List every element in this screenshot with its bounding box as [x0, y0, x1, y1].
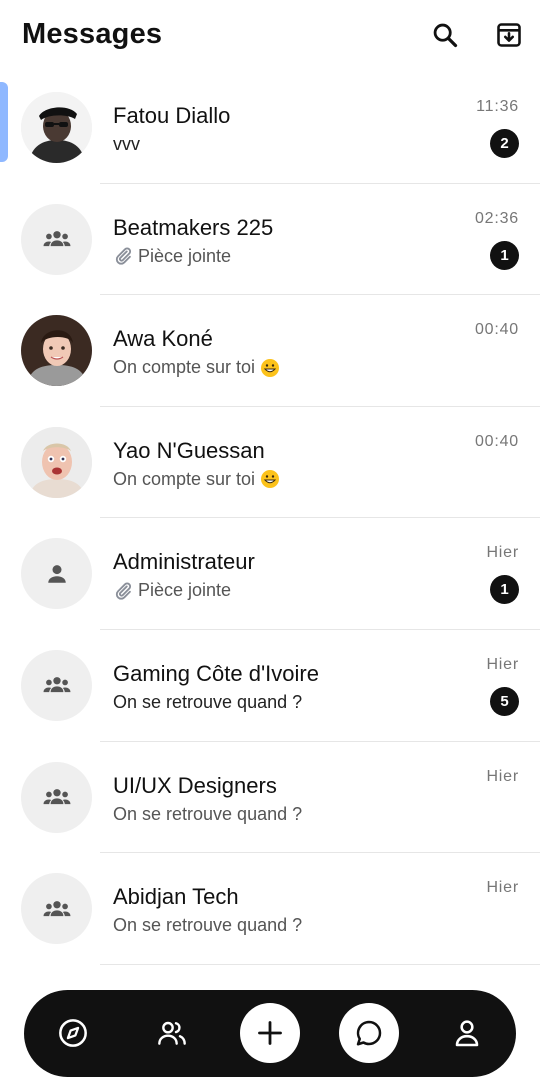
unread-badge: 1	[490, 240, 519, 270]
conversation-preview: On se retrouve quand ?	[113, 915, 302, 936]
compass-icon[interactable]	[43, 1003, 103, 1063]
avatar	[21, 92, 92, 163]
conversation-name: Beatmakers 225	[113, 214, 274, 240]
conversation-preview: vvv	[113, 134, 140, 155]
people-icon[interactable]	[142, 1003, 202, 1063]
preview-text: On se retrouve quand ?	[113, 803, 303, 824]
conversation-time: Hier	[486, 655, 519, 673]
chat-icon[interactable]	[339, 1003, 399, 1063]
preview-text: On se retrouve quand ?	[113, 691, 303, 712]
avatar	[21, 203, 92, 275]
conversation-item[interactable]: Awa Koné On compte sur toi 00:40	[0, 295, 540, 407]
plus-icon[interactable]	[240, 1003, 300, 1063]
preview-text: Pièce jointe	[138, 580, 232, 601]
app-header: Messages	[0, 0, 540, 76]
group-icon	[43, 789, 70, 805]
preview-text: Pièce jointe	[138, 245, 232, 266]
conversation-name: Administrateur	[113, 549, 255, 575]
page-title: Messages	[22, 18, 163, 50]
conversation-list: Fatou Diallo vvv 11:36 2 Beatmakers 225 …	[0, 72, 540, 965]
avatar	[21, 315, 92, 387]
grinning-emoji	[260, 358, 280, 378]
unread-badge: 5	[490, 686, 519, 716]
conversation-item[interactable]: Abidjan Tech On se retrouve quand ? Hier	[0, 853, 540, 965]
conversation-time: Hier	[486, 767, 519, 785]
archive-icon[interactable]	[494, 20, 524, 50]
avatar	[21, 649, 92, 721]
conversation-item[interactable]: Fatou Diallo vvv 11:36 2	[0, 72, 540, 184]
conversation-preview: On se retrouve quand ?	[113, 804, 302, 825]
conversation-name: Gaming Côte d'Ivoire	[113, 660, 319, 686]
conversation-time: 11:36	[476, 98, 519, 115]
preview-text: On compte sur toi	[113, 468, 256, 489]
conversation-preview: Pièce jointe	[113, 246, 231, 267]
paperclip-icon	[115, 582, 132, 600]
avatar	[21, 761, 92, 833]
conversation-time: 02:36	[474, 209, 519, 227]
search-icon[interactable]	[430, 20, 460, 50]
group-icon	[43, 677, 70, 693]
preview-text: On compte sur toi	[113, 357, 256, 378]
avatar	[21, 426, 92, 498]
conversation-name: Yao N'Guessan	[113, 437, 265, 463]
profile-icon[interactable]	[437, 1003, 497, 1063]
group-icon	[43, 231, 70, 247]
conversation-preview: On compte sur toi	[113, 357, 280, 378]
conversation-item[interactable]: Gaming Côte d'Ivoire On se retrouve quan…	[0, 630, 540, 742]
bottom-nav	[24, 990, 516, 1077]
preview-text: vvv	[113, 134, 140, 154]
conversation-item[interactable]: Yao N'Guessan On compte sur toi 00:40	[0, 407, 540, 519]
conversation-time: Hier	[486, 879, 519, 897]
unread-badge: 2	[490, 129, 519, 158]
conversation-time: 00:40	[474, 432, 519, 450]
preview-text: On se retrouve quand ?	[113, 915, 303, 936]
conversation-name: UI/UX Designers	[113, 772, 277, 798]
conversation-item[interactable]: Administrateur Pièce jointe Hier 1	[0, 518, 540, 630]
active-indicator	[0, 82, 8, 162]
unread-badge: 1	[490, 575, 519, 605]
avatar	[21, 873, 92, 945]
avatar	[21, 538, 92, 610]
group-icon	[43, 900, 70, 916]
conversation-time: Hier	[486, 544, 519, 562]
conversation-preview: Pièce jointe	[113, 580, 231, 601]
conversation-name: Fatou Diallo	[113, 103, 231, 128]
divider	[100, 963, 540, 965]
conversation-item[interactable]: Beatmakers 225 Pièce jointe 02:36 1	[0, 184, 540, 296]
conversation-preview: On compte sur toi	[113, 469, 280, 490]
paperclip-icon	[115, 247, 132, 265]
conversation-name: Awa Koné	[113, 326, 213, 352]
conversation-time: 00:40	[474, 321, 519, 339]
conversation-preview: On se retrouve quand ?	[113, 692, 302, 713]
person-icon	[47, 565, 66, 583]
grinning-emoji	[260, 469, 280, 489]
conversation-item[interactable]: UI/UX Designers On se retrouve quand ? H…	[0, 742, 540, 854]
conversation-name: Abidjan Tech	[113, 884, 239, 910]
